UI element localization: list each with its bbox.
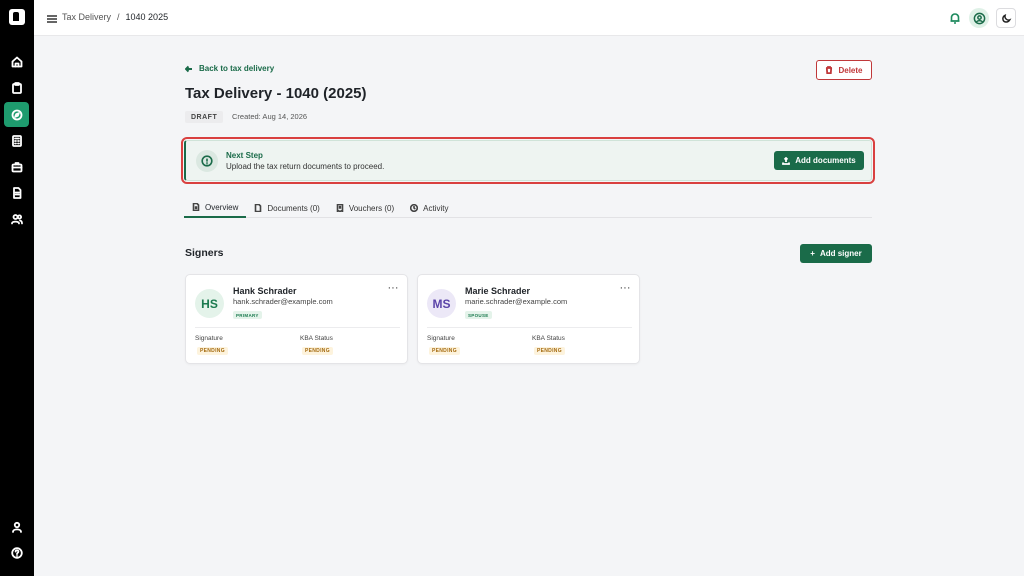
signer-card: HS Hank Schrader hank.schrader@example.c… (185, 274, 408, 364)
signature-status-badge: PENDING (429, 347, 460, 355)
file-icon (192, 203, 200, 211)
document-icon (255, 204, 262, 212)
next-step-description: Upload the tax return documents to proce… (226, 162, 385, 171)
bell-icon[interactable] (948, 11, 962, 25)
signature-label: Signature (195, 335, 223, 342)
page-title: Tax Delivery - 1040 (2025) (185, 85, 367, 102)
tab-label: Activity (423, 203, 449, 213)
more-options-icon[interactable]: ··· (386, 283, 400, 297)
arrow-left-icon (185, 65, 192, 72)
tab-overview[interactable]: Overview (184, 198, 247, 218)
next-step-title: Next Step (226, 151, 263, 160)
briefcase-icon[interactable] (7, 157, 27, 177)
signers-heading: Signers (185, 247, 224, 259)
role-badge: SPOUSE (465, 311, 492, 319)
user-circle-icon (973, 12, 985, 24)
breadcrumb-current: 1040 2025 (125, 12, 169, 22)
tab-label: Overview (205, 202, 239, 212)
user-icon[interactable] (7, 517, 27, 537)
add-documents-button[interactable]: Add documents (774, 151, 864, 170)
divider (427, 327, 632, 328)
upload-icon (782, 156, 791, 165)
back-link-label: Back to tax delivery (199, 64, 275, 73)
menu-icon[interactable] (46, 12, 58, 24)
sidebar (0, 0, 34, 576)
tab-label: Vouchers (0) (348, 203, 395, 213)
breadcrumb-parent[interactable]: Tax Delivery (62, 12, 111, 22)
theme-toggle-button[interactable] (996, 8, 1016, 28)
signer-email: marie.schrader@example.com (465, 297, 568, 306)
clipboard-icon[interactable] (7, 78, 27, 98)
tab-activity[interactable]: Activity (402, 198, 456, 218)
topbar: Tax Delivery / 1040 2025 (34, 0, 1024, 36)
avatar: HS (195, 289, 224, 318)
signature-status-badge: PENDING (197, 347, 228, 355)
moon-icon (1001, 13, 1011, 23)
add-signer-label: Add signer (819, 249, 862, 258)
avatar: MS (427, 289, 456, 318)
tab-bar: Overview Documents (0) Vouchers (0) Acti… (184, 198, 872, 218)
plus-icon: + (810, 249, 815, 258)
document-icon[interactable] (7, 183, 27, 203)
info-icon (196, 150, 218, 172)
signature-label: Signature (427, 335, 455, 342)
next-step-banner: Next Step Upload the tax return document… (181, 137, 875, 184)
kba-status-badge: PENDING (302, 347, 333, 355)
users-icon[interactable] (7, 209, 27, 229)
compass-icon[interactable] (4, 102, 29, 127)
kba-status-label: KBA Status (300, 335, 333, 342)
kba-status-badge: PENDING (534, 347, 565, 355)
breadcrumb: Tax Delivery / 1040 2025 (62, 12, 168, 22)
calculator-icon[interactable] (7, 131, 27, 151)
tab-documents[interactable]: Documents (0) (246, 198, 327, 218)
divider (195, 327, 400, 328)
more-options-icon[interactable]: ··· (618, 283, 632, 297)
clock-icon (410, 204, 419, 212)
kba-status-label: KBA Status (532, 335, 565, 342)
delete-button[interactable]: Delete (816, 60, 872, 80)
created-date: Created: Aug 14, 2026 (232, 112, 308, 121)
trash-icon (826, 66, 833, 74)
help-icon[interactable] (7, 543, 27, 563)
receipt-icon (336, 204, 344, 212)
signer-name: Marie Schrader (465, 286, 531, 296)
tab-label: Documents (0) (267, 203, 320, 213)
add-documents-label: Add documents (795, 156, 856, 165)
add-signer-button[interactable]: + Add signer (800, 244, 872, 263)
account-button[interactable] (969, 8, 989, 28)
tab-vouchers[interactable]: Vouchers (0) (328, 198, 402, 218)
signer-email: hank.schrader@example.com (233, 297, 333, 306)
signer-card: MS Marie Schrader marie.schrader@example… (417, 274, 640, 364)
role-badge: PRIMARY (233, 311, 262, 319)
home-icon[interactable] (7, 52, 27, 72)
signer-name: Hank Schrader (233, 286, 297, 296)
back-link[interactable]: Back to tax delivery (185, 64, 274, 73)
breadcrumb-separator: / (117, 12, 120, 22)
logo-icon[interactable] (9, 9, 25, 25)
delete-button-label: Delete (838, 65, 863, 75)
status-badge: DRAFT (185, 111, 224, 123)
